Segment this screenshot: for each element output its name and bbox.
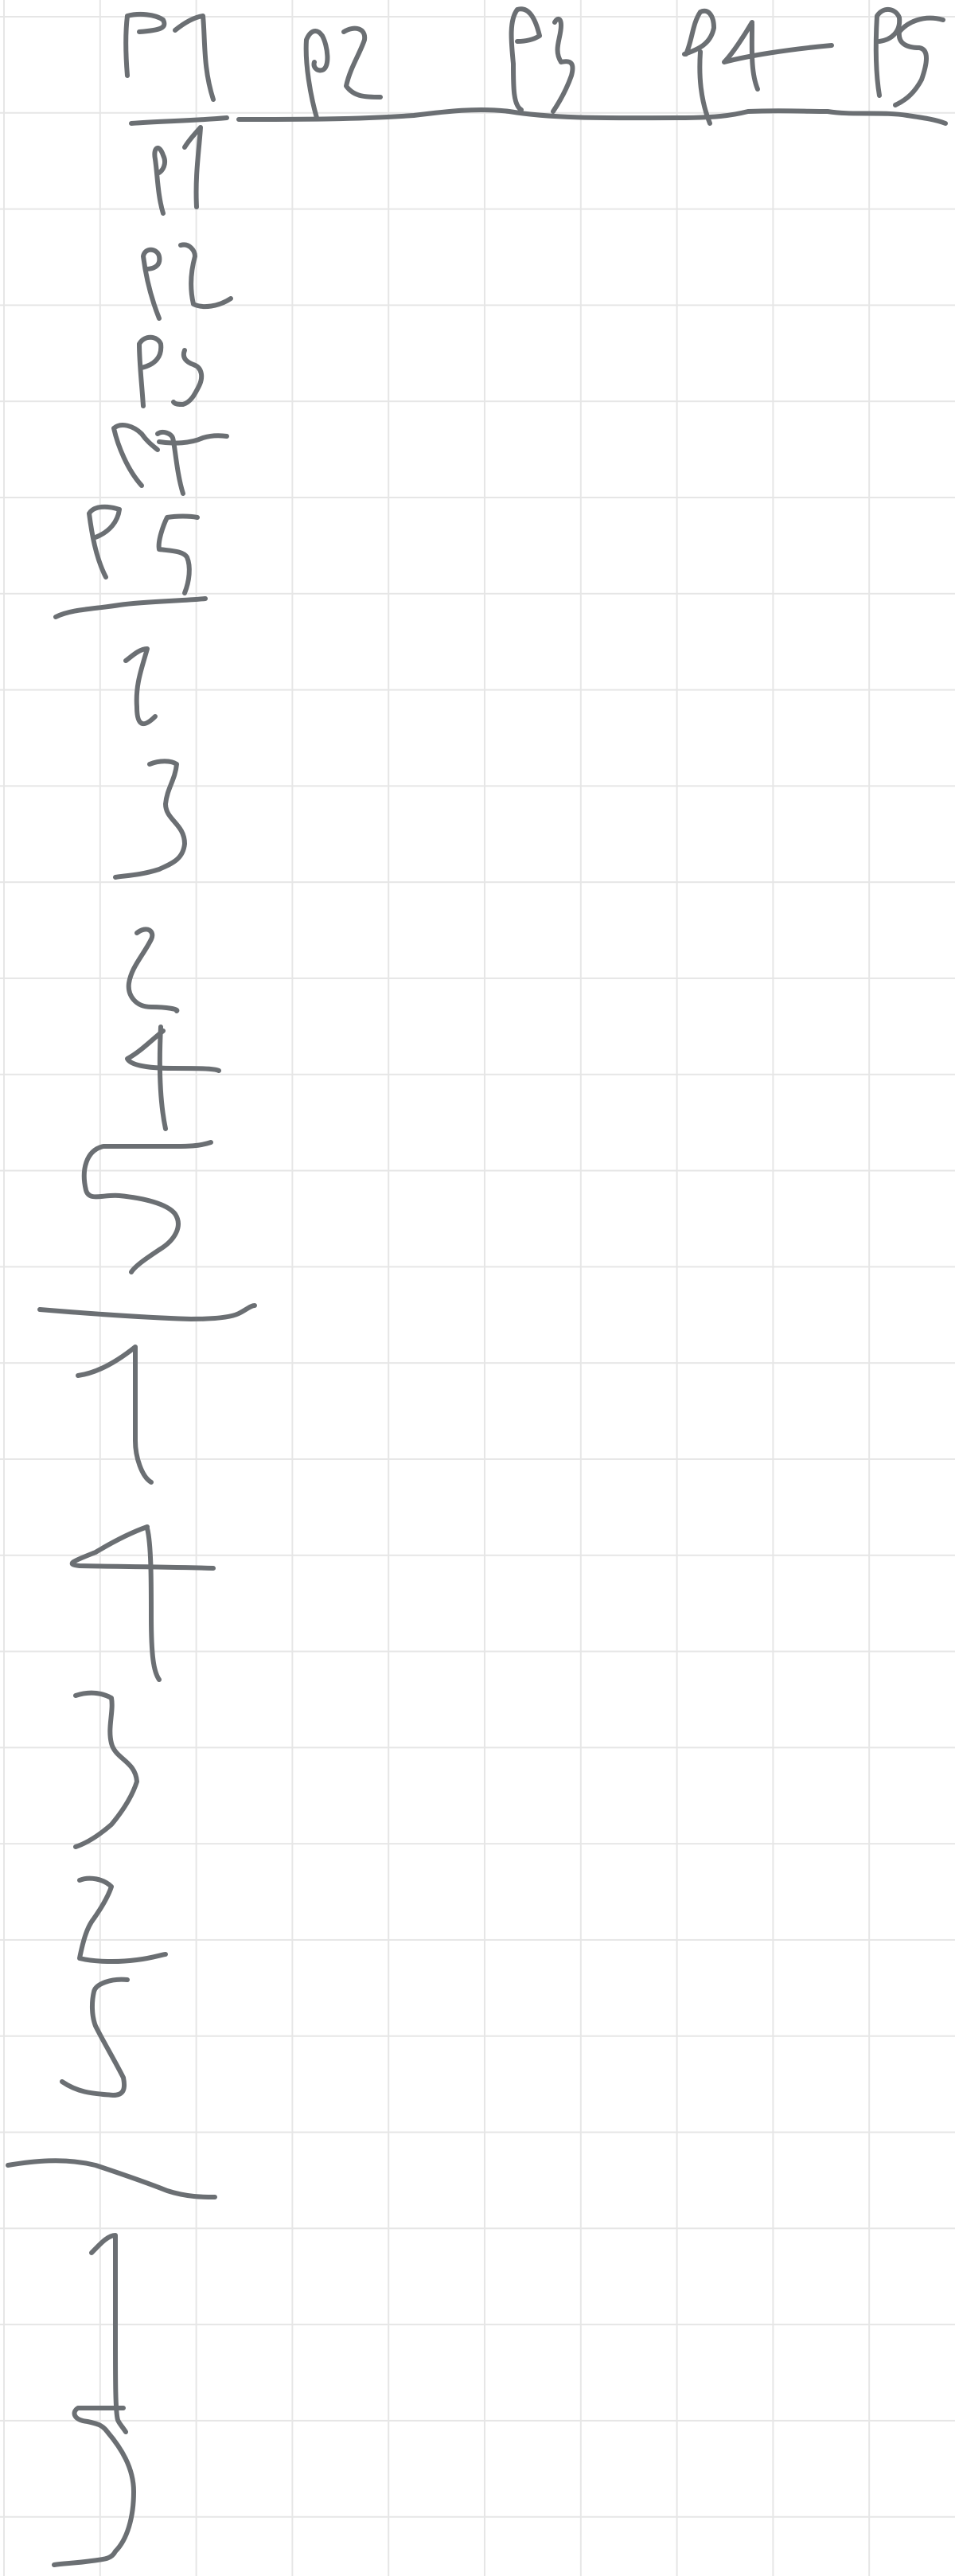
sequence-2 — [6, 1345, 217, 2199]
header-cell-p3 — [509, 6, 575, 114]
left-column-bottom-divider — [53, 596, 208, 619]
left-cell-p4 — [111, 423, 229, 496]
header-cell-p1 — [123, 11, 216, 102]
header-cell-p4 — [682, 8, 834, 126]
sequence-1-digit-3 — [113, 759, 187, 880]
sequence-2-digit-5 — [60, 1977, 130, 2098]
sequence-1 — [37, 646, 257, 1321]
header-row — [123, 6, 945, 126]
left-cell-p3 — [137, 334, 205, 408]
sequence-1-digit-1 — [123, 646, 158, 727]
left-column — [53, 115, 233, 619]
sequence-1-end-divider — [37, 1303, 257, 1321]
header-cell-p2 — [303, 25, 383, 120]
left-cell-p2 — [141, 242, 233, 321]
sequence-3-digit-3 — [52, 2405, 136, 2567]
sequence-2-digit-3 — [73, 1690, 139, 1849]
handwriting-layer — [6, 6, 948, 2567]
sequence-2-digit-2 — [77, 1875, 168, 1965]
sequence-3-digit-1 — [89, 2233, 128, 2434]
header-underline — [236, 107, 948, 126]
sequence-1-digit-5 — [81, 1140, 213, 1274]
header-cell-p5 — [873, 7, 945, 107]
sequence-2-end-divider — [6, 2158, 217, 2199]
left-column-top-divider — [129, 115, 229, 126]
sequence-1-digit-4 — [125, 1025, 221, 1131]
sequence-3 — [52, 2233, 136, 2567]
sequence-2-digit-1 — [76, 1345, 154, 1485]
sequence-1-digit-2 — [126, 927, 180, 1013]
sequence-2-digit-4 — [69, 1524, 216, 1682]
left-cell-p5 — [87, 504, 200, 595]
left-cell-p1 — [152, 125, 203, 216]
